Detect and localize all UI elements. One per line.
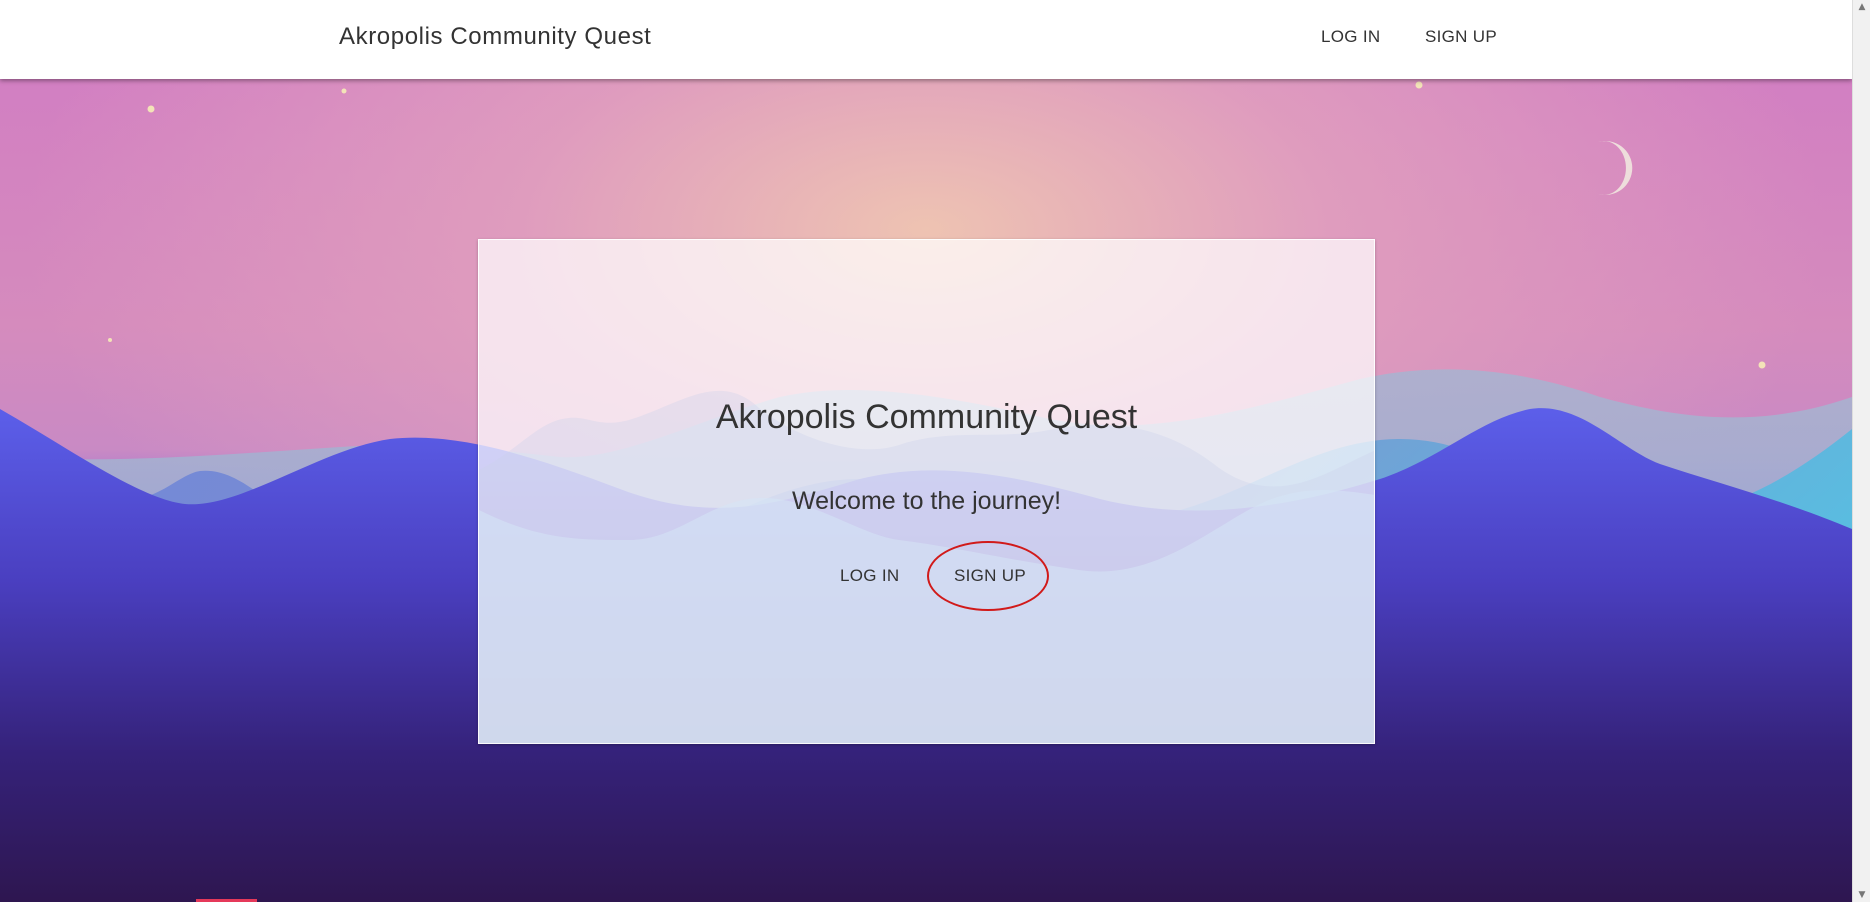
card-subtitle: Welcome to the journey! — [791, 487, 1062, 515]
scroll-up-arrow-icon[interactable]: ▲ — [1857, 2, 1867, 12]
star-icon — [147, 105, 155, 113]
card-login-button[interactable]: LOG IN — [840, 566, 899, 586]
card-signup-button[interactable]: SIGN UP — [954, 566, 1026, 586]
star-icon — [108, 338, 112, 342]
star-icon — [341, 88, 347, 94]
header-signup-link[interactable]: SIGN UP — [1425, 27, 1497, 47]
star-icon — [1758, 361, 1766, 369]
vertical-scrollbar[interactable]: ▲ ▼ — [1852, 0, 1870, 902]
scroll-down-arrow-icon[interactable]: ▼ — [1857, 890, 1867, 900]
page: Akropolis Community Quest LOG IN SIGN UP — [0, 0, 1870, 902]
star-icon — [1415, 81, 1423, 89]
moon-icon — [1598, 141, 1633, 195]
header-login-link[interactable]: LOG IN — [1321, 27, 1380, 47]
top-app-bar: Akropolis Community Quest LOG IN SIGN UP — [0, 0, 1852, 79]
app-title[interactable]: Akropolis Community Quest — [339, 23, 651, 51]
welcome-card: Akropolis Community Quest Welcome to the… — [478, 239, 1375, 744]
card-title: Akropolis Community Quest — [715, 398, 1138, 436]
